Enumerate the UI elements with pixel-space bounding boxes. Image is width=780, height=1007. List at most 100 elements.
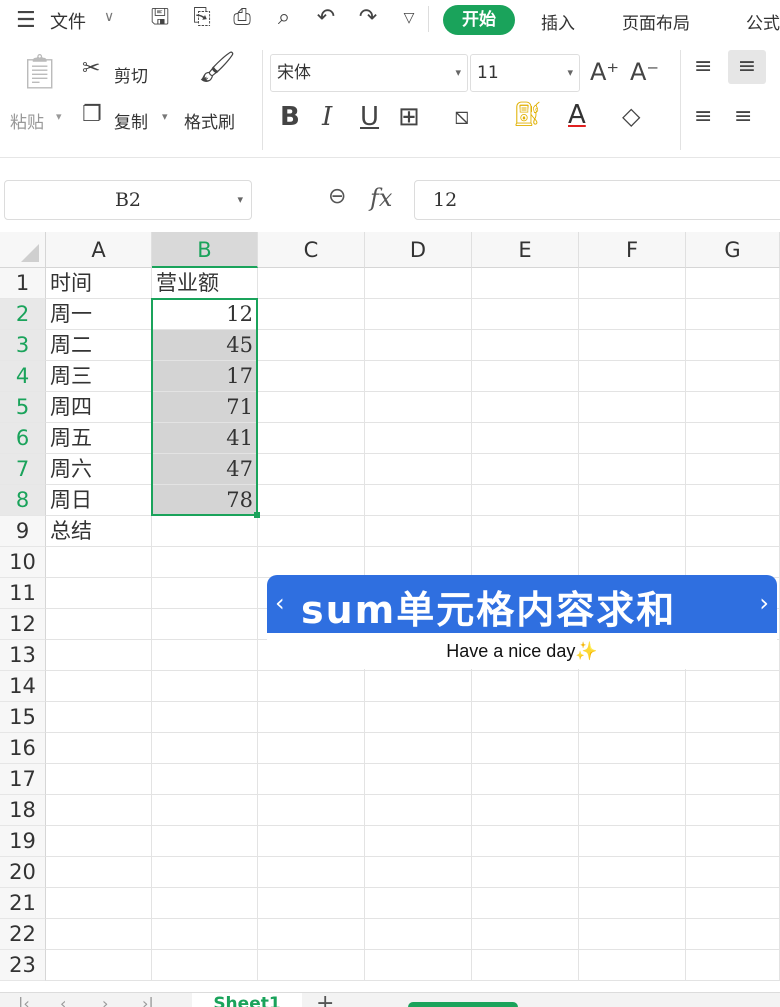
- cell-g4[interactable]: [686, 361, 780, 392]
- cell-d5[interactable]: [365, 392, 472, 423]
- row-header[interactable]: 19: [0, 826, 46, 857]
- cell-b15[interactable]: [152, 702, 258, 733]
- print-icon[interactable]: ⎙: [228, 4, 256, 32]
- cell-c4[interactable]: [258, 361, 365, 392]
- tab-page-layout[interactable]: 页面布局: [622, 9, 690, 34]
- row-header[interactable]: 5: [0, 392, 46, 423]
- cell-e18[interactable]: [472, 795, 579, 826]
- file-menu[interactable]: 文件: [50, 8, 86, 34]
- cell-b16[interactable]: [152, 733, 258, 764]
- cell-b20[interactable]: [152, 857, 258, 888]
- cell-b23[interactable]: [152, 950, 258, 981]
- cell-f8[interactable]: [579, 485, 686, 516]
- row-header[interactable]: 6: [0, 423, 46, 454]
- zoom-icon[interactable]: ⊖: [328, 184, 346, 209]
- cell-b3[interactable]: 45: [152, 330, 258, 361]
- cell-e4[interactable]: [472, 361, 579, 392]
- cell-c3[interactable]: [258, 330, 365, 361]
- cell-c14[interactable]: [258, 671, 365, 702]
- scissors-icon[interactable]: ✂: [82, 56, 100, 81]
- cell-a11[interactable]: [46, 578, 152, 609]
- fill-color-icon[interactable]: ⛽︎: [512, 100, 542, 128]
- cell-d10[interactable]: [365, 547, 472, 578]
- last-sheet-icon[interactable]: ›|: [142, 994, 154, 1007]
- cell-b14[interactable]: [152, 671, 258, 702]
- cell-c17[interactable]: [258, 764, 365, 795]
- cell-a20[interactable]: [46, 857, 152, 888]
- redo-icon[interactable]: ↷: [354, 4, 382, 32]
- cell-b12[interactable]: [152, 609, 258, 640]
- row-header[interactable]: 21: [0, 888, 46, 919]
- column-header-f[interactable]: F: [579, 232, 686, 268]
- cell-a15[interactable]: [46, 702, 152, 733]
- cell-f2[interactable]: [579, 299, 686, 330]
- cell-g15[interactable]: [686, 702, 780, 733]
- cell-a22[interactable]: [46, 919, 152, 950]
- cell-e9[interactable]: [472, 516, 579, 547]
- cell-c7[interactable]: [258, 454, 365, 485]
- cell-g10[interactable]: [686, 547, 780, 578]
- print-preview-icon[interactable]: ⌕: [270, 4, 298, 32]
- cell-d15[interactable]: [365, 702, 472, 733]
- cell-f19[interactable]: [579, 826, 686, 857]
- cell-d7[interactable]: [365, 454, 472, 485]
- cell-f17[interactable]: [579, 764, 686, 795]
- cell-g20[interactable]: [686, 857, 780, 888]
- paste-button[interactable]: 粘贴: [10, 108, 44, 133]
- column-header-d[interactable]: D: [365, 232, 472, 268]
- cell-a16[interactable]: [46, 733, 152, 764]
- cell-b22[interactable]: [152, 919, 258, 950]
- copy-button[interactable]: 复制: [114, 108, 148, 133]
- cell-e10[interactable]: [472, 547, 579, 578]
- cell-f22[interactable]: [579, 919, 686, 950]
- cell-a5[interactable]: 周四: [46, 392, 152, 423]
- cell-f4[interactable]: [579, 361, 686, 392]
- tab-start[interactable]: 开始: [443, 5, 515, 35]
- cell-g6[interactable]: [686, 423, 780, 454]
- cell-d14[interactable]: [365, 671, 472, 702]
- cell-f23[interactable]: [579, 950, 686, 981]
- row-header[interactable]: 14: [0, 671, 46, 702]
- cell-a4[interactable]: 周三: [46, 361, 152, 392]
- cell-b7[interactable]: 47: [152, 454, 258, 485]
- row-header[interactable]: 10: [0, 547, 46, 578]
- first-sheet-icon[interactable]: |‹: [18, 994, 30, 1007]
- cell-d9[interactable]: [365, 516, 472, 547]
- cell-g18[interactable]: [686, 795, 780, 826]
- format-painter-icon[interactable]: 🖌︎: [198, 50, 236, 85]
- cell-a6[interactable]: 周五: [46, 423, 152, 454]
- cell-a18[interactable]: [46, 795, 152, 826]
- align-middle-icon[interactable]: ≡: [728, 50, 766, 84]
- cell-e7[interactable]: [472, 454, 579, 485]
- cell-e14[interactable]: [472, 671, 579, 702]
- cell-g2[interactable]: [686, 299, 780, 330]
- cell-g8[interactable]: [686, 485, 780, 516]
- underline-icon[interactable]: U: [360, 102, 379, 132]
- row-header[interactable]: 3: [0, 330, 46, 361]
- cell-c6[interactable]: [258, 423, 365, 454]
- cell-a9[interactable]: 总结: [46, 516, 152, 547]
- cell-d23[interactable]: [365, 950, 472, 981]
- cell-c15[interactable]: [258, 702, 365, 733]
- eraser-icon[interactable]: ◇: [622, 102, 640, 130]
- paste-dropdown-icon[interactable]: ▾: [56, 110, 62, 123]
- cell-e3[interactable]: [472, 330, 579, 361]
- cell-e16[interactable]: [472, 733, 579, 764]
- tab-formulas[interactable]: 公式: [746, 9, 780, 34]
- row-header[interactable]: 7: [0, 454, 46, 485]
- cell-e1[interactable]: [472, 268, 579, 299]
- paste-icon[interactable]: 📋︎: [18, 52, 61, 92]
- row-header[interactable]: 1: [0, 268, 46, 299]
- cell-f14[interactable]: [579, 671, 686, 702]
- cell-f10[interactable]: [579, 547, 686, 578]
- cell-b18[interactable]: [152, 795, 258, 826]
- cell-e21[interactable]: [472, 888, 579, 919]
- italic-icon[interactable]: I: [322, 102, 332, 132]
- cell-f9[interactable]: [579, 516, 686, 547]
- cell-a10[interactable]: [46, 547, 152, 578]
- cell-a17[interactable]: [46, 764, 152, 795]
- cell-g14[interactable]: [686, 671, 780, 702]
- cell-d17[interactable]: [365, 764, 472, 795]
- column-header-b[interactable]: B: [152, 232, 258, 268]
- font-size-select[interactable]: 11 ▾: [470, 54, 580, 92]
